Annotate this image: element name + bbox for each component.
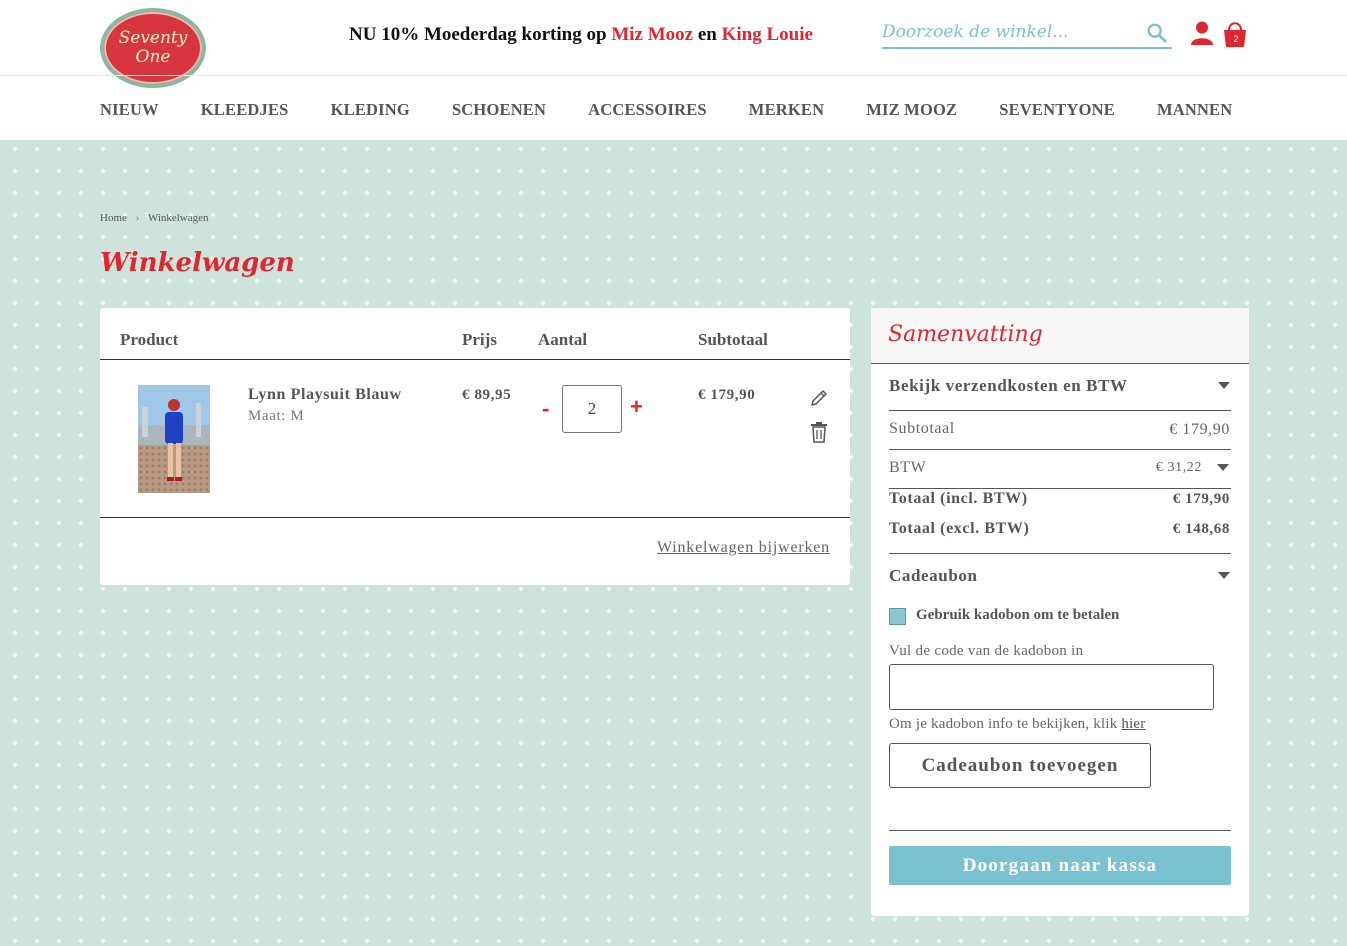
giftcard-info-link[interactable]: hier — [1121, 716, 1145, 732]
col-header-qty: Aantal — [538, 330, 588, 349]
nav-item-mannen[interactable]: MANNEN — [1157, 100, 1232, 120]
giftcard-code-label: Vul de code van de kadobon in — [889, 643, 1084, 659]
product-thumbnail[interactable] — [138, 385, 210, 493]
qty-input[interactable] — [562, 385, 622, 433]
order-summary-panel: Samenvatting Bekijk verzendkosten en BTW… — [871, 308, 1249, 916]
nav-item-seventyone[interactable]: SEVENTYONE — [999, 100, 1115, 120]
subtotal-value: € 179,90 — [1169, 421, 1230, 438]
chevron-down-icon[interactable] — [1218, 382, 1230, 389]
chevron-down-icon[interactable] — [1217, 464, 1229, 471]
cart-table-header: Product Prijs Aantal Subtotaal — [100, 308, 850, 360]
promo-banner: NU 10% Moederdag korting op Miz Mooz en … — [349, 24, 813, 46]
nav-item-miz-mooz[interactable]: MIZ MOOZ — [866, 100, 957, 120]
nav-item-merken[interactable]: MERKEN — [749, 100, 824, 120]
seventy-one-logo[interactable]: Seventy One — [100, 8, 206, 88]
product-name-link[interactable]: Lynn Playsuit Blauw — [248, 386, 402, 404]
main-nav: NIEUW KLEEDJES KLEDING SCHOENEN ACCESSOI… — [100, 100, 1274, 120]
giftcard-code-input[interactable] — [889, 664, 1214, 710]
nav-item-nieuw[interactable]: NIEUW — [100, 100, 159, 120]
nav-item-accessoires[interactable]: ACCESSOIRES — [588, 100, 707, 120]
summary-divider — [889, 830, 1231, 831]
checkout-button[interactable]: Doorgaan naar kassa — [889, 846, 1231, 885]
trash-icon[interactable] — [809, 421, 829, 443]
qty-increase-button[interactable]: + — [630, 394, 643, 420]
giftcard-info-text: Om je kadobon info te bekijken, klik hie… — [889, 716, 1145, 733]
promo-brand-king-louie[interactable]: King Louie — [722, 24, 813, 45]
summary-header: Samenvatting — [871, 308, 1249, 364]
col-header-subtotal: Subtotaal — [698, 330, 768, 349]
breadcrumb-home[interactable]: Home — [100, 212, 127, 224]
breadcrumb-chevron-icon: › — [135, 212, 140, 224]
summary-title: Samenvatting — [888, 322, 1043, 347]
vat-label: BTW — [889, 459, 927, 476]
promo-text: NU 10% Moederdag korting op — [349, 24, 607, 45]
breadcrumb-current: Winkelwagen — [147, 212, 209, 224]
nav-item-kleding[interactable]: KLEDING — [331, 100, 410, 120]
header-divider — [0, 75, 1347, 76]
cart-footer-divider — [100, 517, 850, 518]
use-giftcard-checkbox[interactable] — [889, 608, 906, 625]
product-size: Maat: M — [248, 408, 305, 424]
cart-table: Product Prijs Aantal Subtotaal Lynn Play… — [100, 308, 850, 585]
shipping-tax-toggle[interactable]: Bekijk verzendkosten en BTW — [889, 376, 1128, 396]
summary-divider — [889, 449, 1231, 450]
nav-item-schoenen[interactable]: SCHOENEN — [452, 100, 546, 120]
promo-joiner: en — [697, 24, 717, 45]
total-excl-value: € 148,68 — [1172, 521, 1230, 537]
nav-item-kleedjes[interactable]: KLEEDJES — [201, 100, 289, 120]
summary-divider — [889, 410, 1231, 411]
cart-count-badge: 2 — [1233, 34, 1239, 44]
search-bar — [882, 18, 1172, 49]
pencil-edit-icon[interactable] — [809, 388, 829, 408]
account-icon[interactable] — [1190, 20, 1214, 46]
summary-divider — [889, 553, 1231, 554]
logo-line1: Seventy — [118, 28, 188, 48]
total-incl-value: € 179,90 — [1172, 491, 1230, 507]
site-header: Seventy One NU 10% Moederdag korting op … — [0, 0, 1347, 140]
qty-decrease-button[interactable]: - — [542, 396, 549, 422]
summary-divider — [889, 488, 1231, 489]
total-excl-label: Totaal (excl. BTW) — [889, 520, 1030, 537]
total-incl-label: Totaal (incl. BTW) — [889, 490, 1028, 507]
header-scallop-edge — [0, 136, 1347, 144]
search-input[interactable] — [882, 18, 1132, 46]
update-cart-link[interactable]: Winkelwagen bijwerken — [657, 539, 830, 557]
giftcard-toggle[interactable]: Cadeaubon — [889, 566, 978, 586]
giftcard-info-prefix: Om je kadobon info te bekijken, klik — [889, 716, 1118, 732]
search-icon[interactable] — [1146, 22, 1168, 44]
col-header-product: Product — [120, 330, 179, 349]
subtotal-label: Subtotaal — [889, 420, 955, 437]
vat-value: € 31,22 — [1155, 460, 1202, 475]
chevron-down-icon[interactable] — [1218, 572, 1230, 579]
logo-line2: One — [135, 47, 171, 67]
product-price: € 89,95 — [462, 387, 512, 403]
breadcrumb: Home › Winkelwagen — [100, 212, 209, 224]
product-subtotal: € 179,90 — [698, 387, 756, 403]
page-title: Winkelwagen — [100, 248, 295, 278]
promo-brand-miz-mooz[interactable]: Miz Mooz — [611, 24, 693, 45]
add-giftcard-button[interactable]: Cadeaubon toevoegen — [889, 743, 1151, 788]
use-giftcard-label: Gebruik kadobon om te betalen — [916, 607, 1120, 623]
col-header-price: Prijs — [462, 330, 497, 349]
